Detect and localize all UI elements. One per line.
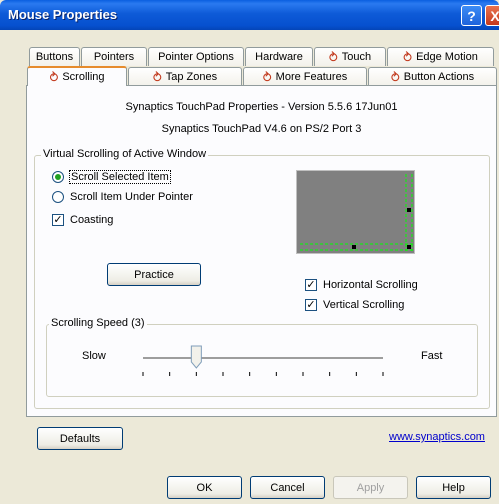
tab-label: Tap Zones — [165, 71, 218, 83]
group-label: Virtual Scrolling of Active Window — [41, 148, 209, 160]
tab-label: Pointers — [93, 51, 135, 63]
check-icon[interactable]: ✓ — [305, 279, 317, 291]
device-info: Synaptics TouchPad V4.6 on PS/2 Port 3 — [161, 123, 362, 135]
check-icon[interactable]: ✓ — [305, 299, 317, 311]
checkbox-horizontal-scrolling[interactable]: ✓ Horizontal Scrolling — [305, 279, 418, 291]
ok-button[interactable]: OK — [167, 476, 242, 499]
cancel-button[interactable]: Cancel — [250, 476, 325, 499]
window-title: Mouse Properties — [8, 7, 118, 22]
radio-button[interactable] — [52, 171, 64, 183]
tab-label: Hardware — [255, 51, 303, 63]
radio-scroll-item-under-pointer[interactable]: Scroll Item Under Pointer — [52, 191, 193, 203]
version-info: Synaptics TouchPad Properties - Version … — [125, 101, 398, 113]
slow-label: Slow — [82, 350, 106, 362]
close-icon[interactable]: X — [485, 5, 499, 26]
synaptics-link[interactable]: www.synaptics.com — [389, 431, 485, 443]
tab-label: More Features — [275, 71, 348, 83]
tab-label: Button Actions — [403, 71, 475, 83]
defaults-button[interactable]: Defaults — [37, 427, 123, 450]
practice-button[interactable]: Practice — [107, 263, 201, 286]
tab-label: Pointer Options — [158, 51, 234, 63]
checkbox-label: Coasting — [70, 214, 114, 226]
tab-hardware[interactable]: Hardware — [245, 47, 313, 66]
checkbox-coasting[interactable]: ✓ Coasting — [52, 214, 113, 226]
slider-thumb[interactable] — [190, 345, 202, 369]
synaptics-icon: ⥁ — [328, 49, 338, 65]
synaptics-icon: ⥁ — [403, 49, 413, 65]
synaptics-icon: ⥁ — [152, 69, 162, 85]
help-icon[interactable]: ? — [461, 5, 482, 26]
tab-label: Touch — [341, 51, 372, 63]
checkbox-vertical-scrolling[interactable]: ✓ Vertical Scrolling — [305, 299, 404, 311]
radio-label: Scroll Item Under Pointer — [70, 191, 193, 203]
tab-touch[interactable]: ⥁ Touch — [314, 47, 386, 66]
tab-tap-zones[interactable]: ⥁ Tap Zones — [128, 67, 242, 86]
tab-label: Buttons — [35, 51, 74, 63]
tab-label: Scrolling — [62, 71, 105, 83]
checkbox-label: Horizontal Scrolling — [323, 279, 418, 291]
tab-edge-motion[interactable]: ⥁ Edge Motion — [387, 47, 494, 66]
scrolling-speed-group: Scrolling Speed (3) Slow Fast — [46, 317, 478, 397]
fast-label: Fast — [421, 350, 443, 362]
tab-panel-scrolling: Synaptics TouchPad Properties - Version … — [26, 85, 497, 417]
radio-button[interactable] — [52, 191, 64, 203]
scroll-preview — [296, 170, 415, 254]
virtual-scrolling-group: Virtual Scrolling of Active Window Scrol… — [34, 148, 490, 409]
tab-scrolling[interactable]: ⥁ Scrolling — [27, 66, 127, 86]
title-bar[interactable]: Mouse Properties ? X — [0, 0, 499, 30]
synaptics-icon: ⥁ — [262, 69, 272, 85]
synaptics-icon: ⥁ — [390, 69, 400, 85]
checkbox-label: Vertical Scrolling — [323, 299, 405, 311]
check-icon[interactable]: ✓ — [52, 214, 64, 226]
synaptics-icon: ⥁ — [49, 69, 59, 85]
tab-more-features[interactable]: ⥁ More Features — [243, 67, 367, 86]
tab-label: Edge Motion — [416, 51, 478, 63]
apply-button[interactable]: Apply — [333, 476, 408, 499]
group-label: Scrolling Speed (3) — [49, 317, 147, 329]
speed-slider[interactable] — [137, 342, 391, 384]
tab-buttons[interactable]: Buttons — [29, 47, 80, 66]
tab-pointer-options[interactable]: Pointer Options — [148, 47, 244, 66]
help-button[interactable]: Help — [416, 476, 491, 499]
tab-pointers[interactable]: Pointers — [81, 47, 147, 66]
tab-button-actions[interactable]: ⥁ Button Actions — [368, 67, 497, 86]
radio-label: Scroll Selected Item — [69, 170, 171, 184]
radio-scroll-selected-item[interactable]: Scroll Selected Item — [52, 170, 171, 184]
